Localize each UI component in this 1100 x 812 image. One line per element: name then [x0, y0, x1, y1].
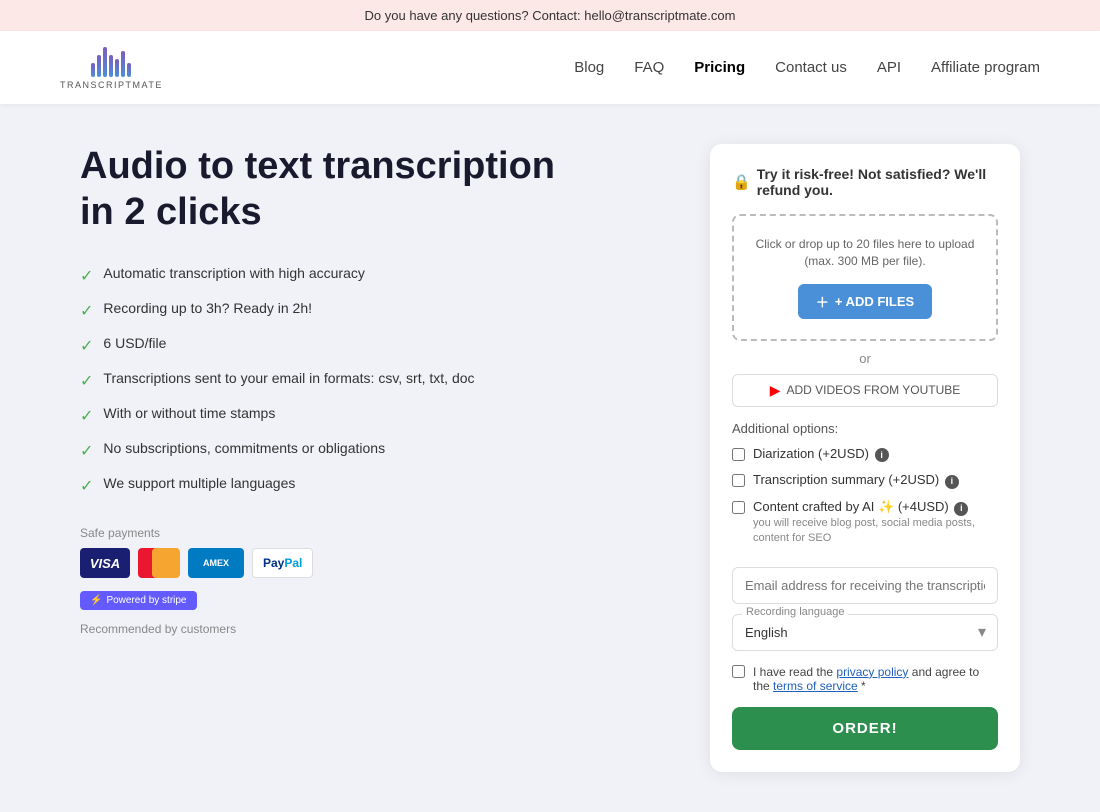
- recommended-label: Recommended by customers: [80, 622, 650, 636]
- terms-checkbox[interactable]: [732, 665, 745, 678]
- main-content: Audio to text transcription in 2 clicks …: [0, 104, 1100, 812]
- additional-options-label: Additional options:: [732, 421, 998, 436]
- check-icon: ✓: [80, 336, 93, 356]
- check-icon: ✓: [80, 266, 93, 286]
- language-select-wrapper: Recording language English Spanish Frenc…: [732, 614, 998, 651]
- or-divider: or: [732, 351, 998, 366]
- option-diarization: Diarization (+2USD) i: [732, 446, 998, 463]
- nav-affiliate[interactable]: Affiliate program: [931, 59, 1040, 76]
- logo[interactable]: TRANSCRIPTMATE: [60, 45, 163, 90]
- payment-icons: VISA AMEX PayPal: [80, 548, 650, 578]
- nav-pricing[interactable]: Pricing: [694, 59, 745, 76]
- check-icon: ✓: [80, 441, 93, 461]
- feature-list: ✓ Automatic transcription with high accu…: [80, 265, 650, 496]
- logo-text: TRANSCRIPTMATE: [60, 80, 163, 90]
- ai-content-checkbox[interactable]: [732, 501, 745, 514]
- nav-faq[interactable]: FAQ: [634, 59, 664, 76]
- upload-text: Click or drop up to 20 files here to upl…: [750, 236, 980, 270]
- feature-item: ✓ With or without time stamps: [80, 405, 650, 426]
- option-summary: Transcription summary (+2USD) i: [732, 472, 998, 489]
- order-button[interactable]: ORDER!: [732, 707, 998, 750]
- paypal-icon: PayPal: [252, 548, 313, 578]
- visa-icon: VISA: [80, 548, 130, 578]
- terms-row: I have read the privacy policy and agree…: [732, 665, 998, 693]
- feature-item: ✓ We support multiple languages: [80, 475, 650, 496]
- diarization-info-icon[interactable]: i: [875, 448, 889, 462]
- stripe-badge: ⚡ Powered by stripe: [80, 591, 197, 610]
- form-card: 🔒 Try it risk-free! Not satisfied? We'll…: [710, 144, 1020, 772]
- feature-item: ✓ No subscriptions, commitments or oblig…: [80, 440, 650, 461]
- feature-item: ✓ Transcriptions sent to your email in f…: [80, 370, 650, 391]
- stripe-icon: ⚡: [90, 595, 102, 606]
- email-input[interactable]: [732, 567, 998, 604]
- check-icon: ✓: [80, 476, 93, 496]
- diarization-checkbox[interactable]: [732, 448, 745, 461]
- check-icon: ✓: [80, 301, 93, 321]
- top-banner: Do you have any questions? Contact: hell…: [0, 0, 1100, 31]
- youtube-icon: ▶: [770, 382, 781, 399]
- youtube-button[interactable]: ▶ ADD VIDEOS FROM YOUTUBE: [732, 374, 998, 407]
- upload-zone[interactable]: Click or drop up to 20 files here to upl…: [732, 214, 998, 341]
- ai-info-icon[interactable]: i: [954, 502, 968, 516]
- check-icon: ✓: [80, 406, 93, 426]
- nav-contact[interactable]: Contact us: [775, 59, 847, 76]
- feature-item: ✓ Recording up to 3h? Ready in 2h!: [80, 300, 650, 321]
- right-panel: 🔒 Try it risk-free! Not satisfied? We'll…: [710, 144, 1020, 772]
- feature-item: ✓ Automatic transcription with high accu…: [80, 265, 650, 286]
- summary-info-icon[interactable]: i: [945, 475, 959, 489]
- lock-icon: 🔒: [732, 173, 751, 191]
- feature-item: ✓ 6 USD/file: [80, 335, 650, 356]
- risk-free-banner: 🔒 Try it risk-free! Not satisfied? We'll…: [732, 166, 998, 198]
- plus-icon: ＋: [816, 292, 829, 311]
- language-label: Recording language: [742, 606, 848, 618]
- privacy-policy-link[interactable]: privacy policy: [836, 665, 908, 679]
- mastercard-icon: [138, 548, 180, 578]
- hero-title: Audio to text transcription in 2 clicks: [80, 144, 650, 235]
- safe-payments-label: Safe payments: [80, 526, 650, 540]
- navbar: TRANSCRIPTMATE Blog FAQ Pricing Contact …: [0, 31, 1100, 104]
- summary-checkbox[interactable]: [732, 474, 745, 487]
- language-select[interactable]: English Spanish French German Portuguese…: [732, 614, 998, 651]
- option-ai-content: Content crafted by AI ✨ (+4USD) i you wi…: [732, 499, 998, 544]
- add-files-button[interactable]: ＋ + ADD FILES: [798, 284, 932, 319]
- check-icon: ✓: [80, 371, 93, 391]
- logo-icon: [91, 45, 131, 77]
- nav-links: Blog FAQ Pricing Contact us API Affiliat…: [574, 59, 1040, 77]
- left-panel: Audio to text transcription in 2 clicks …: [80, 144, 650, 772]
- banner-text: Do you have any questions? Contact: hell…: [365, 8, 736, 23]
- nav-api[interactable]: API: [877, 59, 901, 76]
- terms-of-service-link[interactable]: terms of service: [773, 679, 858, 693]
- amex-icon: AMEX: [188, 548, 244, 578]
- nav-blog[interactable]: Blog: [574, 59, 604, 76]
